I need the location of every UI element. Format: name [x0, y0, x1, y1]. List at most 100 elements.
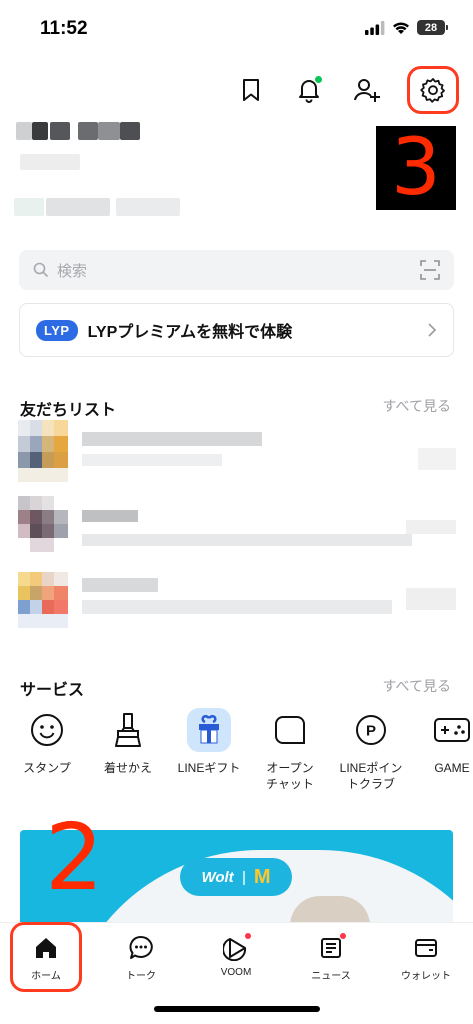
avatar-pixel: [54, 510, 68, 524]
friend-extra-blur: [406, 520, 456, 534]
tab-voom[interactable]: VOOM: [196, 933, 276, 978]
tab-news[interactable]: ニュース: [291, 933, 371, 982]
service-stamp[interactable]: スタンプ: [7, 708, 87, 776]
avatar-pixel: [30, 600, 42, 614]
friend-list-item[interactable]: [18, 496, 458, 560]
wallet-icon: [411, 933, 441, 963]
signal-icon: [365, 20, 385, 35]
avatar-pixel: [42, 420, 54, 436]
friends-see-all-link[interactable]: すべて見る: [383, 396, 451, 416]
tab-wallet[interactable]: ウォレット: [386, 933, 466, 982]
avatar-pixel: [18, 614, 68, 628]
points-icon: P: [349, 708, 393, 752]
avatar-pixel: [42, 600, 54, 614]
avatar-pixel: [30, 436, 42, 452]
lyp-premium-banner[interactable]: LYP LYPプレミアムを無料で体験: [19, 303, 454, 357]
avatar-pixel: [18, 586, 30, 600]
friends-list-title: 友だちリスト: [20, 402, 117, 419]
gift-icon: [187, 708, 231, 752]
profile-blur: [116, 198, 180, 216]
tab-label: ニュース: [311, 971, 351, 982]
mcdonalds-logo: M: [253, 865, 271, 888]
lyp-logo: LYP: [36, 319, 78, 341]
services-see-all-link[interactable]: すべて見る: [383, 676, 451, 696]
avatar-pixel: [30, 510, 42, 524]
service-theme[interactable]: 着せかえ: [88, 708, 168, 776]
search-icon: [33, 262, 49, 278]
service-label: オープン チャット: [266, 761, 314, 791]
header-actions: [233, 66, 459, 114]
status-bar: 11:52 28: [0, 0, 473, 60]
profile-blur: [14, 198, 44, 216]
friend-status-blur: [82, 454, 222, 466]
profile-blur: [50, 122, 70, 140]
home-indicator[interactable]: [154, 1006, 320, 1012]
services-row: スタンプ 着せかえ LINEギフト オープン チャット P LINEポイン トク…: [0, 708, 473, 808]
profile-blur: [46, 198, 110, 216]
friend-name-blur: [82, 432, 262, 446]
service-line-points[interactable]: P LINEポイン トクラブ: [331, 708, 411, 792]
status-time: 11:52: [40, 18, 88, 39]
avatar-pixel: [30, 420, 42, 436]
bookmark-button[interactable]: [233, 72, 269, 108]
avatar-pixel: [30, 586, 42, 600]
voom-badge-dot: [245, 933, 251, 939]
brush-icon: [106, 708, 150, 752]
game-icon: [430, 708, 473, 752]
svg-text:P: P: [366, 723, 376, 740]
annotation-step-3: 3: [376, 126, 456, 210]
wolt-logo: Wolt | M: [180, 858, 292, 896]
avatar-pixel: [54, 586, 68, 600]
scan-icon[interactable]: [420, 260, 440, 280]
add-friend-button[interactable]: [349, 72, 385, 108]
avatar-pixel: [54, 436, 68, 452]
annotation-step-2: 2: [45, 804, 104, 911]
avatar-pixel: [18, 524, 30, 538]
tab-label: ウォレット: [401, 971, 451, 982]
news-badge-dot: [340, 933, 346, 939]
news-icon: [316, 933, 346, 963]
open-chat-icon: [268, 708, 312, 752]
tab-label: VOOM: [220, 967, 252, 978]
friend-extra-blur: [418, 448, 456, 470]
avatar-pixel: [42, 572, 54, 586]
avatar-pixel: [18, 600, 30, 614]
settings-button[interactable]: [407, 66, 459, 114]
search-input[interactable]: 検索: [19, 250, 454, 290]
avatar-pixel: [42, 452, 54, 468]
voom-icon: [221, 933, 251, 963]
avatar-pixel: [30, 496, 42, 510]
profile-blur: [98, 122, 120, 140]
avatar-pixel: [30, 524, 42, 538]
avatar-pixel: [42, 436, 54, 452]
avatar-pixel: [18, 436, 30, 452]
add-friend-icon: [354, 79, 380, 102]
tab-talk[interactable]: トーク: [101, 933, 181, 982]
service-line-gift[interactable]: LINEギフト: [169, 708, 249, 776]
status-indicators: 28: [365, 20, 448, 35]
friend-name-blur: [82, 510, 138, 522]
service-label: LINEポイン トクラブ: [339, 761, 403, 791]
service-open-chat[interactable]: オープン チャット: [250, 708, 330, 792]
tab-label: トーク: [126, 971, 156, 982]
annotation-home-highlight: [10, 922, 82, 992]
friend-list-item[interactable]: [18, 572, 458, 636]
avatar-pixel: [30, 572, 42, 586]
service-game[interactable]: GAME: [412, 708, 473, 776]
profile-area[interactable]: [10, 118, 230, 228]
service-label: スタンプ: [23, 761, 71, 775]
avatar-pixel: [54, 420, 68, 436]
friend-list-item[interactable]: [18, 420, 458, 484]
services-title: サービス: [20, 682, 85, 699]
wolt-text: Wolt: [201, 868, 234, 886]
avatar-pixel: [42, 496, 54, 510]
profile-blur: [78, 122, 98, 140]
friend-avatar: [18, 572, 30, 586]
friend-avatar: [18, 496, 30, 510]
avatar-pixel: [18, 468, 68, 482]
avatar-pixel: [42, 510, 54, 524]
avatar-pixel: [42, 586, 54, 600]
smile-icon: [25, 708, 69, 752]
friend-name-blur: [82, 578, 158, 592]
notifications-button[interactable]: [291, 72, 327, 108]
